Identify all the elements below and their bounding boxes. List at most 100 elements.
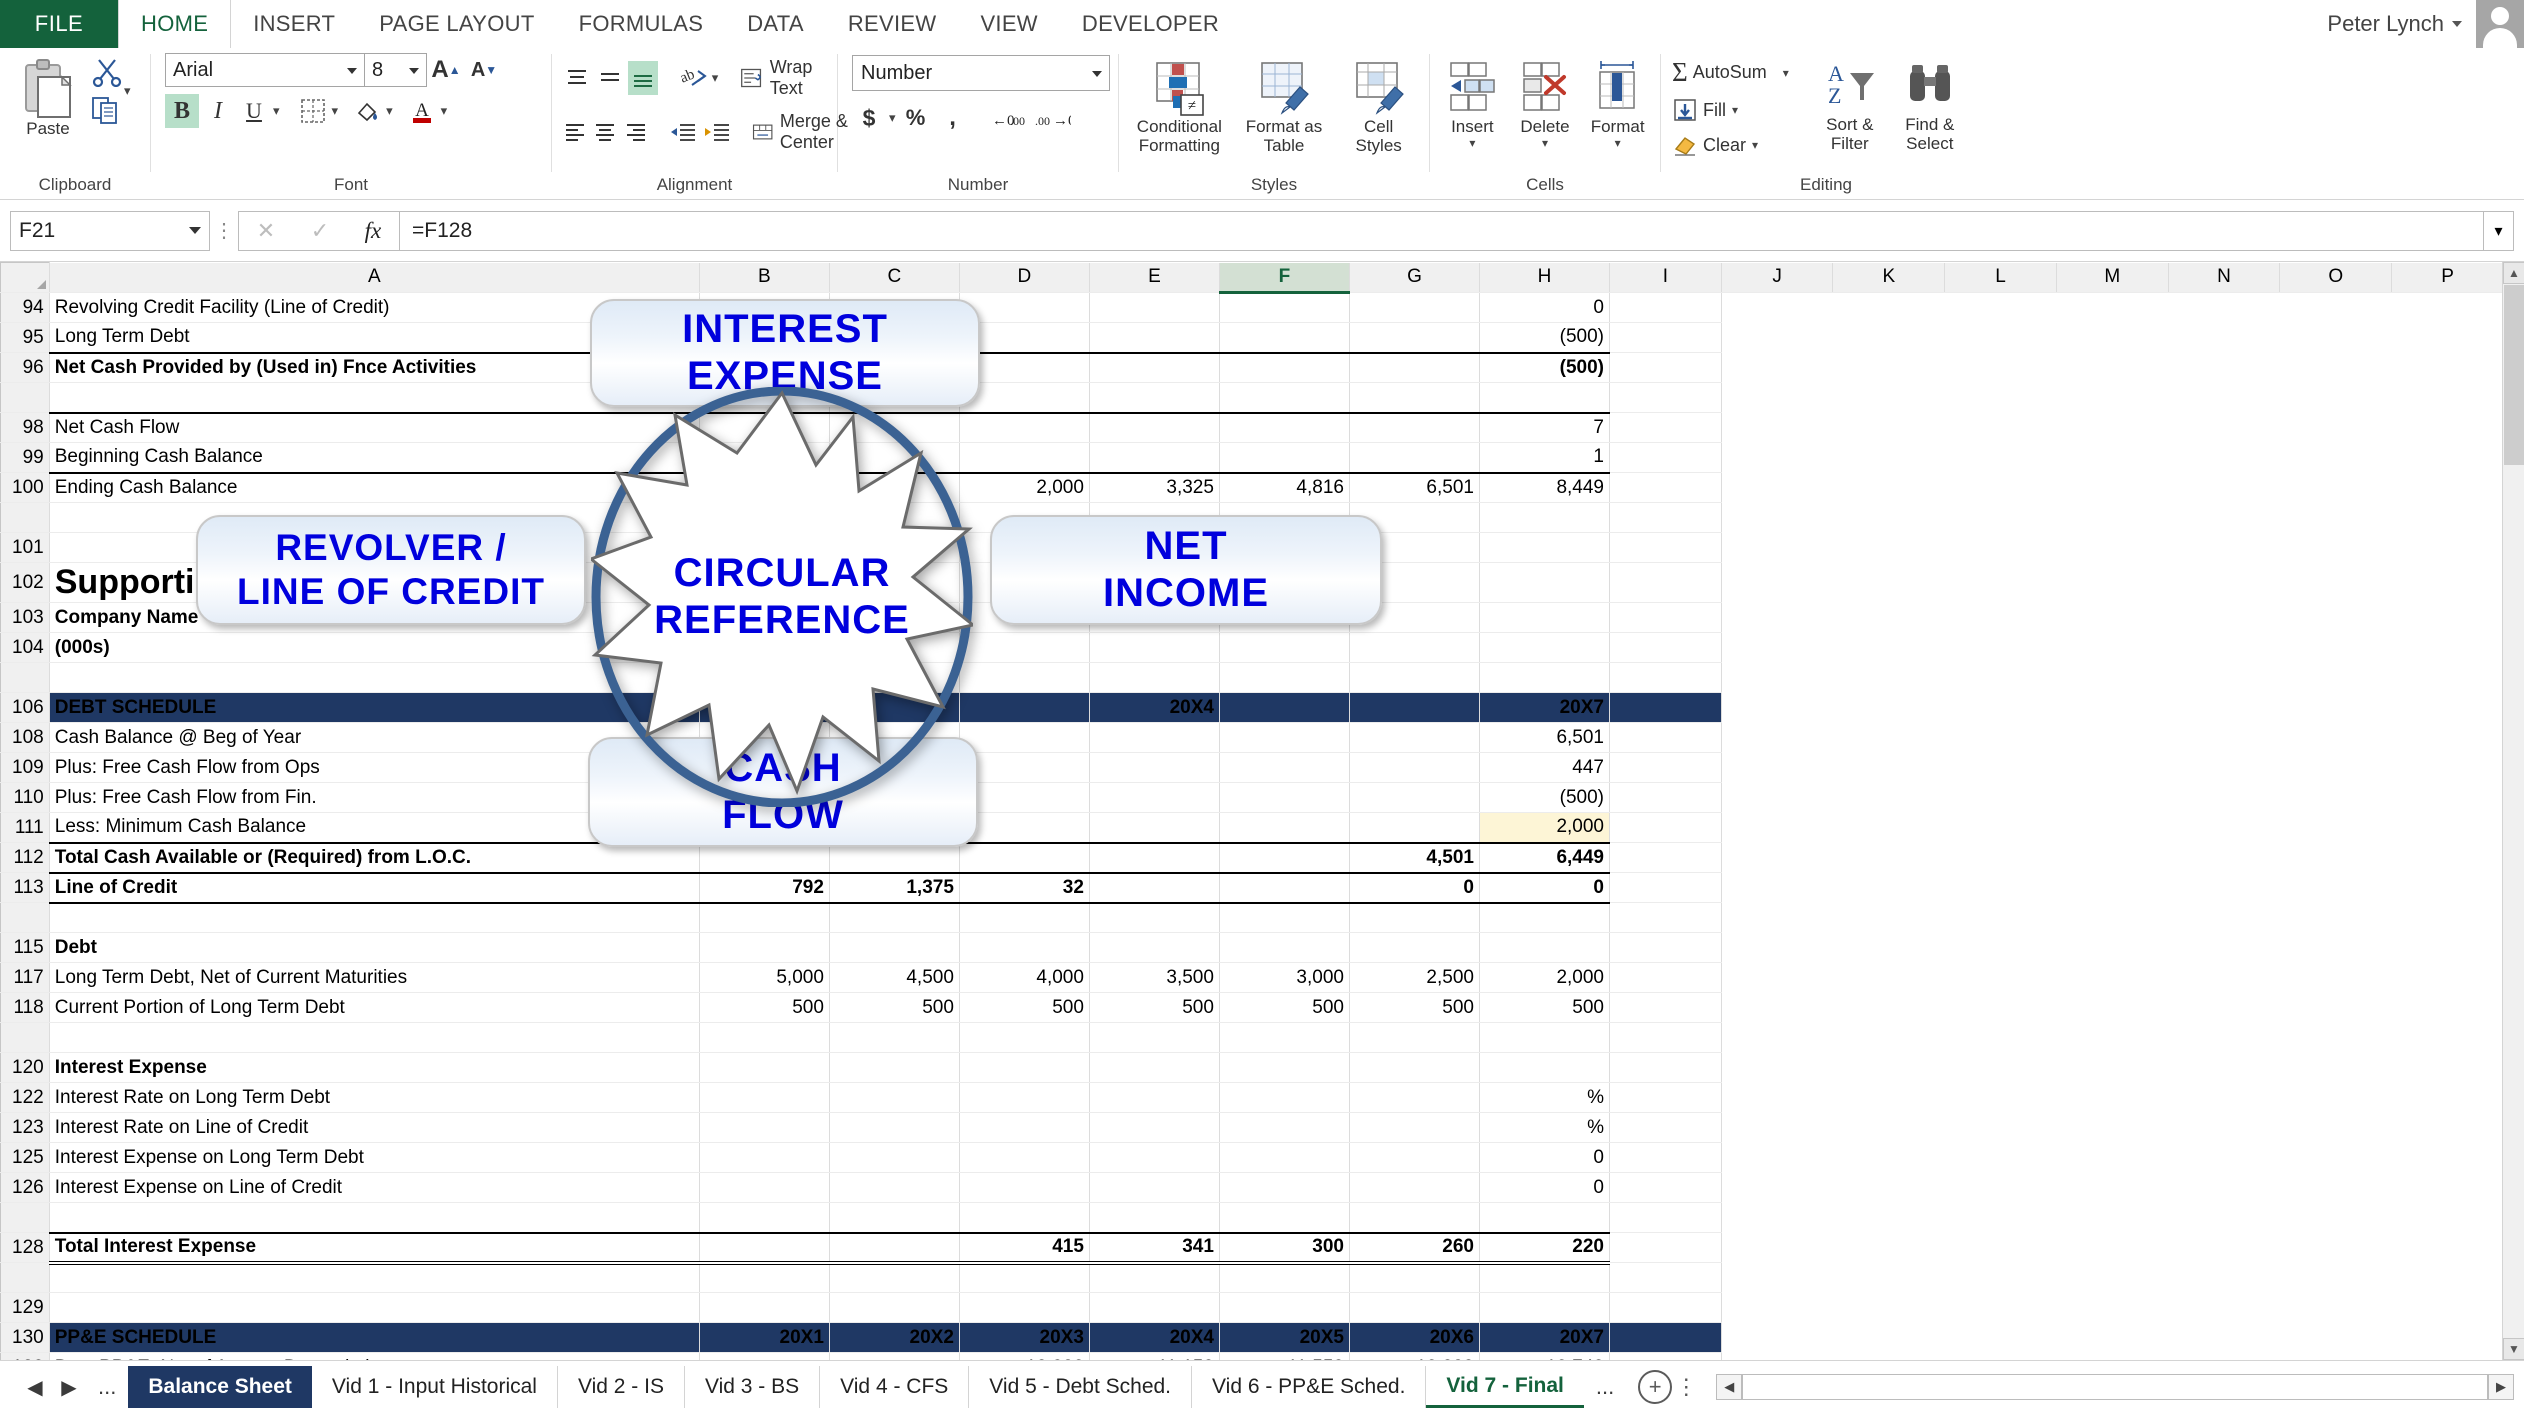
cell-value[interactable] (1219, 752, 1350, 783)
conditional-formatting-button[interactable]: ≠ Conditional Formatting (1129, 55, 1229, 159)
tab-data[interactable]: DATA (725, 0, 826, 48)
column-header-p[interactable]: P (2391, 262, 2504, 293)
vertical-scrollbar[interactable]: ▲ ▼ (2502, 262, 2524, 1360)
row-header[interactable]: 102 (0, 562, 50, 603)
row-header[interactable]: 99 (0, 442, 50, 473)
cell-value[interactable]: 0 (1479, 871, 1610, 904)
user-account[interactable]: Peter Lynch (2327, 0, 2524, 48)
cell-empty[interactable] (1609, 1292, 1722, 1323)
cell-value[interactable] (829, 1112, 960, 1143)
column-header-d[interactable]: D (958, 262, 1090, 293)
cell-value[interactable]: 500 (699, 992, 830, 1023)
table-row[interactable]: 106 DEBT SCHEDULE 20X4 20X7 (0, 692, 2504, 723)
chevron-down-icon[interactable] (1092, 71, 1102, 77)
currency-dropdown-icon[interactable]: ▾ (889, 110, 896, 126)
column-header-m[interactable]: M (2055, 262, 2169, 293)
table-row[interactable]: 115 Debt (0, 932, 2504, 963)
cell-value[interactable] (1089, 1292, 1220, 1323)
cell-value[interactable] (1219, 1082, 1350, 1113)
cell-value[interactable] (1479, 562, 1610, 603)
table-row[interactable]: 109 Plus: Free Cash Flow from Ops 447 (0, 752, 2504, 783)
align-left-button[interactable] (562, 115, 588, 149)
cell-value[interactable] (959, 841, 1090, 873)
cell-value[interactable]: 20X7 (1479, 692, 1610, 723)
cell-value[interactable] (1089, 322, 1220, 354)
formula-bar-handle[interactable]: ⋮ (210, 218, 238, 243)
currency-format-button[interactable]: $ (852, 101, 886, 135)
autosum-dropdown-icon[interactable]: ▾ (1767, 66, 1789, 80)
cell-value[interactable] (1219, 782, 1350, 813)
row-header[interactable]: 100 (0, 472, 50, 503)
cell-value[interactable] (1219, 411, 1350, 443)
insert-dropdown-icon[interactable]: ▾ (1469, 136, 1475, 150)
cell-value[interactable] (1349, 752, 1480, 783)
cell-value[interactable]: 3,500 (1089, 962, 1220, 993)
table-row[interactable]: 126 Interest Expense on Line of Credit 0 (0, 1172, 2504, 1203)
table-row[interactable]: 128 Total Interest Expense 415 341 300 260 220 (0, 1231, 2504, 1265)
tab-insert[interactable]: INSERT (231, 0, 357, 48)
cell-value[interactable]: (500) (1479, 782, 1610, 813)
cell-value[interactable] (959, 1082, 1090, 1113)
cell-label[interactable]: Total Cash Available or (Required) from … (49, 841, 700, 873)
add-sheet-button[interactable]: + (1638, 1370, 1673, 1404)
cell-value[interactable] (699, 1082, 830, 1113)
cell-value[interactable]: 300 (1219, 1231, 1350, 1265)
cell-empty[interactable] (1609, 292, 1722, 323)
cell-empty[interactable] (1609, 562, 1722, 603)
fill-dropdown-icon[interactable]: ▾ (1726, 103, 1738, 117)
cell-value[interactable]: 8,449 (1479, 471, 1610, 503)
cell-value[interactable] (959, 782, 1090, 813)
table-row[interactable]: 110 Plus: Free Cash Flow from Fin. (500) (0, 782, 2504, 813)
column-header-f[interactable]: F (1218, 262, 1350, 294)
cell-value[interactable] (699, 1172, 830, 1203)
cell-value[interactable] (1219, 841, 1350, 873)
cell-label[interactable]: Interest Rate on Long Term Debt (49, 1082, 700, 1113)
cell-empty[interactable] (1609, 412, 1722, 443)
cell-value[interactable]: 3,325 (1089, 471, 1220, 503)
cell-value[interactable] (1219, 352, 1350, 383)
cell-label[interactable]: Interest Expense (49, 1052, 700, 1083)
cell-label[interactable]: Long Term Debt, Net of Current Maturitie… (49, 962, 700, 993)
cell-value[interactable]: 6,501 (1479, 722, 1610, 753)
cell-value[interactable]: 2,000 (1479, 962, 1610, 993)
cell-value[interactable] (699, 841, 830, 873)
paste-button[interactable]: Paste (6, 53, 90, 142)
cell-value[interactable] (829, 1082, 960, 1113)
cell-empty[interactable] (1609, 1322, 1722, 1353)
cell-value[interactable] (699, 1112, 830, 1143)
cell-value[interactable] (959, 1172, 1090, 1203)
cell-empty[interactable] (1609, 1172, 1722, 1203)
cell-value[interactable] (1479, 1052, 1610, 1083)
cell-value[interactable] (1479, 602, 1610, 633)
fill-color-dropdown-icon[interactable]: ▾ (386, 103, 393, 119)
cell-value[interactable] (1089, 722, 1220, 753)
cell-value[interactable]: 2,500 (1349, 962, 1480, 993)
cell-empty[interactable] (1609, 352, 1722, 383)
cell-value[interactable] (829, 932, 960, 963)
orientation-dropdown-icon[interactable]: ▾ (712, 70, 719, 86)
name-box[interactable]: F21 (10, 210, 210, 251)
sheet-tab-vid-6-pp-e-sched[interactable]: Vid 6 - PP&E Sched. (1192, 1366, 1427, 1408)
cell-empty[interactable] (1609, 722, 1722, 753)
row-header[interactable]: 104 (0, 632, 50, 663)
scroll-left-icon[interactable]: ◀ (1716, 1374, 1743, 1400)
cell-label[interactable]: Current Portion of Long Term Debt (49, 992, 700, 1023)
cell-label[interactable]: PP&E SCHEDULE (49, 1322, 700, 1353)
table-row[interactable]: 95 Long Term Debt (500) (0, 322, 2504, 354)
cell-value[interactable]: 20X4 (1089, 692, 1220, 723)
cell-value[interactable] (959, 632, 1090, 663)
underline-button[interactable]: U (237, 94, 271, 128)
cell-value[interactable]: 7 (1479, 411, 1610, 443)
cell-value[interactable] (1349, 632, 1480, 663)
cell-value[interactable] (1219, 1142, 1350, 1173)
table-row[interactable]: 117 Long Term Debt, Net of Current Maturi… (0, 962, 2504, 993)
cell-value[interactable]: 500 (1219, 992, 1350, 1023)
row-header[interactable]: 110 (0, 782, 50, 813)
scroll-down-icon[interactable]: ▼ (2503, 1338, 2524, 1360)
sheet-tab-balance-sheet[interactable]: Balance Sheet (128, 1366, 312, 1408)
row-header[interactable]: 112 (0, 842, 50, 873)
cell-value[interactable]: 500 (1089, 992, 1220, 1023)
cell-value[interactable]: 260 (1349, 1231, 1480, 1265)
cell-value[interactable] (1089, 1052, 1220, 1083)
cell-value[interactable]: 20X3 (959, 1322, 1090, 1353)
